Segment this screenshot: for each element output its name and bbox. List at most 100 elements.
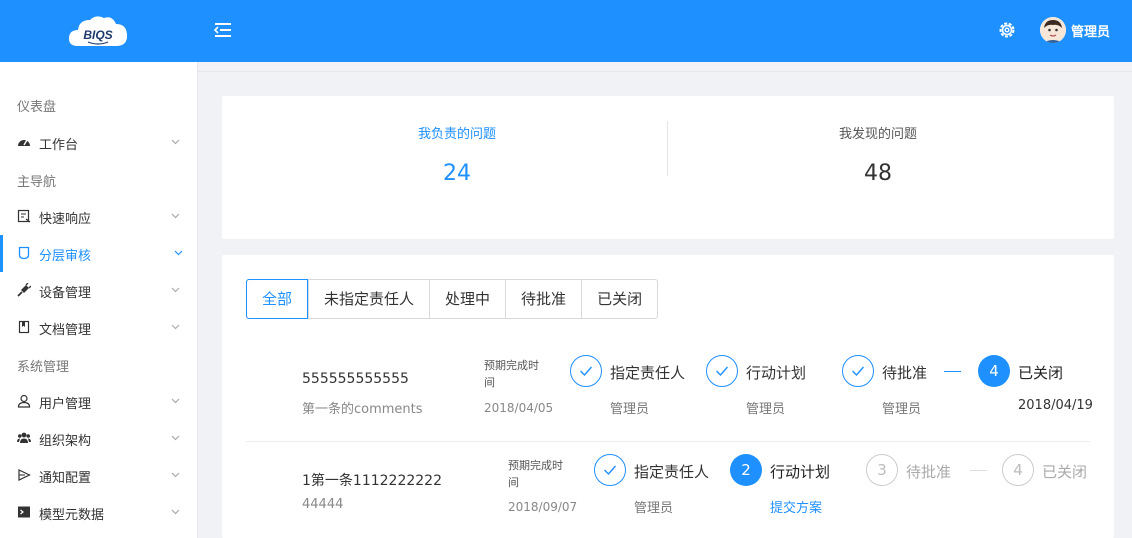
due-date: 2018/04/05 bbox=[484, 401, 554, 415]
check-icon bbox=[604, 465, 617, 476]
chevron-down-icon bbox=[171, 213, 180, 219]
step-sub: 2018/04/19 bbox=[1018, 398, 1093, 413]
due-date: 2018/09/07 bbox=[508, 500, 578, 514]
tab-all[interactable]: 全部 bbox=[246, 279, 309, 319]
top-header: BIQS 管理员 bbox=[0, 0, 1132, 62]
step-approve-wait: 3 bbox=[866, 454, 898, 486]
send-icon bbox=[18, 469, 31, 481]
sidebar-item-label: 组织架构 bbox=[39, 434, 92, 449]
chevron-down-icon bbox=[171, 324, 180, 330]
step-sub: 管理员 bbox=[610, 402, 650, 417]
my-found-issues-label[interactable]: 我发现的问题 bbox=[778, 123, 978, 142]
row-divider bbox=[246, 441, 1090, 442]
content-top-strip bbox=[198, 62, 1132, 72]
step-title: 指定责任人 bbox=[610, 364, 686, 382]
step-title: 行动计划 bbox=[746, 364, 807, 382]
due-label: 预期完成时 bbox=[484, 359, 539, 372]
tab-pending-approval[interactable]: 待批准 bbox=[505, 280, 581, 318]
tab-in-progress[interactable]: 处理中 bbox=[429, 280, 505, 318]
sidebar-item-users[interactable]: 用户管理 bbox=[0, 383, 197, 420]
issues-card: 全部 未指定责任人 处理中 待批准 已关闭 555555555555 第一条的c… bbox=[222, 255, 1114, 538]
book-icon bbox=[18, 320, 30, 334]
stats-card: 我负责的问题 24 我发现的问题 48 bbox=[222, 96, 1114, 239]
step-title: 已关闭 bbox=[1018, 364, 1064, 382]
sidebar-item-layered-audit[interactable]: 分层审核 bbox=[0, 235, 197, 272]
sidebar-item-workbench[interactable]: 工作台 bbox=[0, 124, 197, 161]
sidebar-item-label: 设备管理 bbox=[39, 286, 92, 301]
step-sub: 管理员 bbox=[882, 402, 922, 417]
nav-group-main: 主导航 bbox=[17, 175, 57, 190]
sidebar-item-notifications[interactable]: 通知配置 bbox=[0, 457, 197, 494]
dashboard-icon bbox=[18, 139, 30, 146]
due-label-cont: 间 bbox=[484, 376, 495, 389]
user-icon bbox=[17, 394, 31, 408]
sidebar-item-organization[interactable]: 组织架构 bbox=[0, 420, 197, 457]
check-icon bbox=[580, 366, 593, 377]
issue-title[interactable]: 555555555555 bbox=[302, 371, 409, 387]
step-title: 行动计划 bbox=[770, 463, 831, 481]
tab-unassigned[interactable]: 未指定责任人 bbox=[308, 280, 429, 318]
step-sub: 管理员 bbox=[634, 501, 674, 516]
my-found-issues-count[interactable]: 48 bbox=[778, 161, 978, 186]
step-connector bbox=[970, 470, 987, 471]
step-title: 待批准 bbox=[882, 364, 928, 382]
svg-text:BIQS: BIQS bbox=[83, 28, 112, 42]
check-icon bbox=[716, 366, 729, 377]
user-avatar[interactable] bbox=[1040, 17, 1066, 43]
chevron-down-icon bbox=[171, 435, 180, 441]
stats-divider bbox=[667, 121, 668, 176]
plug-icon bbox=[17, 283, 31, 297]
issue-filter-tabs: 全部 未指定责任人 处理中 待批准 已关闭 bbox=[246, 279, 659, 319]
sidebar-item-label: 文档管理 bbox=[39, 323, 92, 338]
menu-toggle-icon[interactable] bbox=[212, 20, 234, 40]
sidebar-item-label: 分层审核 bbox=[39, 249, 92, 264]
layered-audit-icon bbox=[18, 246, 30, 260]
issue-comment: 第一条的comments bbox=[302, 402, 423, 417]
my-responsible-issues-count[interactable]: 24 bbox=[357, 161, 557, 186]
check-icon bbox=[852, 366, 865, 377]
sidebar-item-equipment[interactable]: 设备管理 bbox=[0, 272, 197, 309]
sidebar-item-label: 通知配置 bbox=[39, 471, 92, 486]
step-approve-done bbox=[842, 355, 874, 387]
chevron-down-icon bbox=[171, 287, 180, 293]
nav-group-system: 系统管理 bbox=[17, 360, 70, 375]
step-closed-current: 4 bbox=[978, 355, 1010, 387]
step-connector bbox=[944, 371, 961, 372]
sidebar-nav: 仪表盘 工作台 主导航 快速响应 分层审核 设备管理 文档管理 系统管理 用户管… bbox=[0, 62, 198, 538]
my-responsible-issues-label[interactable]: 我负责的问题 bbox=[357, 123, 557, 142]
sidebar-item-label: 快速响应 bbox=[39, 212, 92, 227]
chevron-down-icon bbox=[171, 509, 180, 515]
sidebar-item-quick-response[interactable]: 快速响应 bbox=[0, 198, 197, 235]
sidebar-item-label: 模型元数据 bbox=[39, 508, 105, 523]
sidebar-item-label: 用户管理 bbox=[39, 397, 92, 412]
issue-comment: 44444 bbox=[302, 497, 344, 512]
chevron-down-icon bbox=[174, 250, 183, 256]
sidebar-item-documents[interactable]: 文档管理 bbox=[0, 309, 197, 346]
step-closed-wait: 4 bbox=[1002, 454, 1034, 486]
chevron-down-icon bbox=[171, 398, 180, 404]
terminal-icon bbox=[18, 506, 30, 518]
nav-group-dashboard: 仪表盘 bbox=[17, 100, 57, 115]
settings-gear-icon[interactable] bbox=[996, 19, 1018, 41]
issue-title[interactable]: 1第一条1112222222 bbox=[302, 470, 442, 490]
sidebar-item-model-metadata[interactable]: 模型元数据 bbox=[0, 494, 197, 531]
quick-response-icon bbox=[17, 209, 31, 223]
group-icon bbox=[17, 432, 31, 443]
due-label: 预期完成时 bbox=[508, 459, 563, 472]
chevron-down-icon bbox=[171, 139, 180, 145]
chevron-down-icon bbox=[171, 472, 180, 478]
step-title: 待批准 bbox=[906, 463, 952, 481]
submit-plan-link[interactable]: 提交方案 bbox=[770, 497, 822, 516]
step-title: 已关闭 bbox=[1042, 463, 1088, 481]
sidebar-item-label: 工作台 bbox=[39, 138, 79, 153]
step-assign-done bbox=[570, 355, 602, 387]
user-name[interactable]: 管理员 bbox=[1071, 21, 1110, 40]
step-plan-done bbox=[706, 355, 738, 387]
due-label-cont: 间 bbox=[508, 476, 519, 489]
biqs-logo[interactable]: BIQS bbox=[66, 12, 130, 52]
tab-closed[interactable]: 已关闭 bbox=[581, 280, 657, 318]
step-sub: 管理员 bbox=[746, 402, 786, 417]
step-assign-done bbox=[594, 454, 626, 486]
step-title: 指定责任人 bbox=[634, 463, 710, 481]
step-plan-current: 2 bbox=[730, 454, 762, 486]
